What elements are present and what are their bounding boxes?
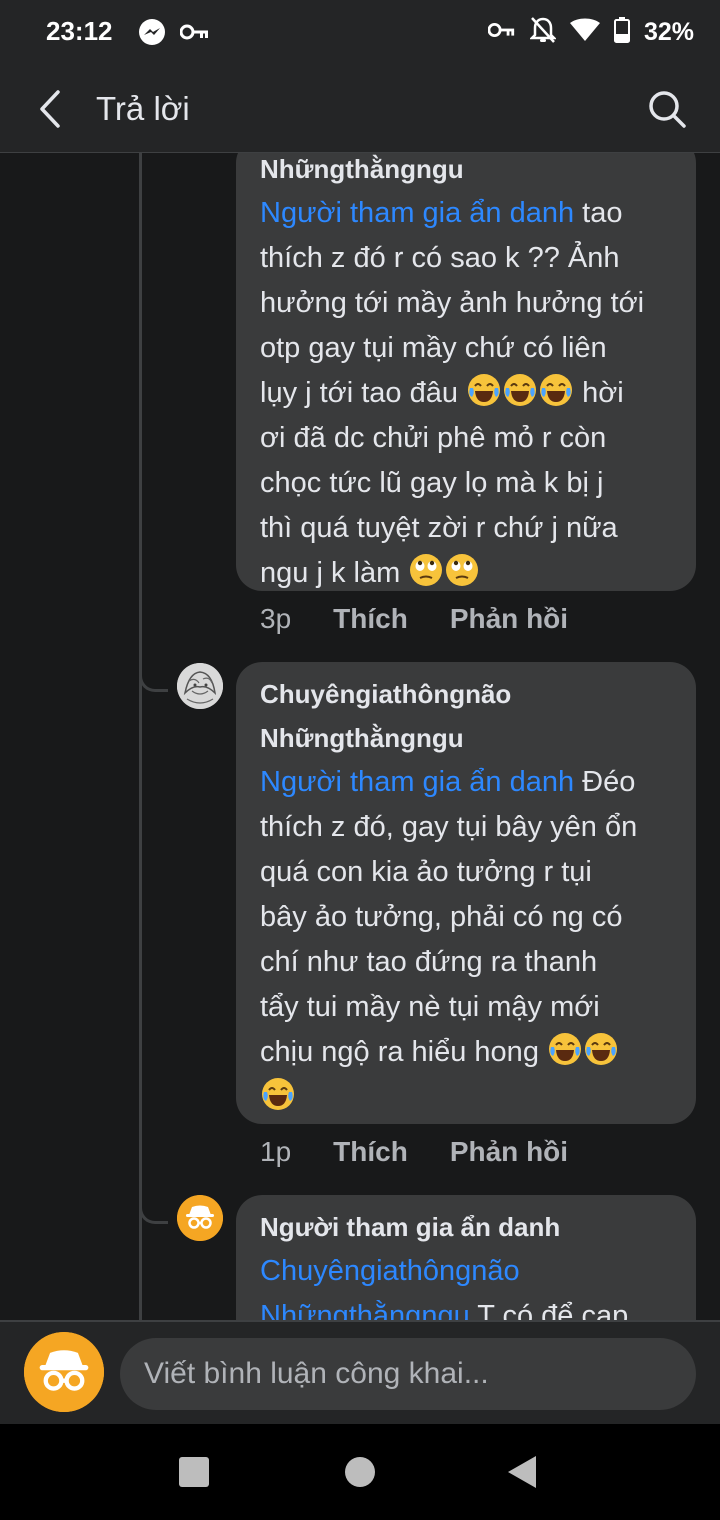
- mention-link[interactable]: Nhữngthằngngu: [260, 1300, 470, 1320]
- key-icon: [179, 22, 210, 47]
- comment-composer: [0, 1320, 720, 1426]
- laughing-emoji-icon: [540, 374, 573, 406]
- comment-input[interactable]: [120, 1338, 696, 1410]
- home-button[interactable]: [342, 1454, 378, 1490]
- laughing-emoji-icon: [468, 374, 501, 406]
- comment-bubble[interactable]: Nhữngthằngngu Người tham gia ẩn danh tao…: [236, 153, 696, 591]
- battery-icon: [613, 17, 630, 48]
- mention-link[interactable]: Người tham gia ẩn danh: [260, 197, 574, 229]
- status-bar: 23:12 32%: [0, 0, 720, 66]
- comment-author[interactable]: Người tham gia ẩn danh: [260, 1205, 672, 1249]
- comment-author[interactable]: Chuyêngiathôngnão: [260, 672, 672, 716]
- thread-connector: [139, 1195, 168, 1224]
- mention-link[interactable]: Người tham gia ẩn danh: [260, 766, 574, 798]
- search-icon: [649, 91, 686, 128]
- circle-icon: [345, 1457, 375, 1487]
- laughing-emoji-icon: [504, 374, 537, 406]
- sketch-avatar-icon: [177, 663, 223, 709]
- comment-actions: 1p Thích Phản hồi: [260, 1136, 568, 1168]
- key-icon: [487, 20, 516, 45]
- comment-thread[interactable]: Nhữngthằngngu Người tham gia ẩn danh tao…: [0, 153, 720, 1320]
- comment-text: Người tham gia ẩn danh tao thích z đó r …: [260, 197, 645, 589]
- recents-button[interactable]: [176, 1454, 212, 1490]
- comment-timestamp: 3p: [260, 603, 292, 634]
- comment-author-line: Nhữngthằngngu: [260, 723, 464, 753]
- comment-author-line: Nhữngthằngngu: [260, 154, 464, 184]
- page-title: Trả lời: [96, 90, 190, 127]
- laughing-emoji-icon: [262, 1078, 294, 1110]
- battery-percent: 32%: [643, 18, 694, 46]
- square-icon: [179, 1457, 209, 1487]
- status-time: 23:12: [46, 16, 113, 46]
- avatar[interactable]: [177, 663, 223, 709]
- my-avatar[interactable]: [24, 1332, 104, 1412]
- like-button[interactable]: Thích: [333, 1136, 408, 1168]
- comment-text: Người tham gia ẩn danh Đéo thích z đó, g…: [260, 760, 672, 1120]
- comment-text: Chuyêngiathôngnão Nhữngthằngngu T có để …: [260, 1249, 672, 1320]
- system-nav-bar: [0, 1424, 720, 1520]
- thread-connector: [139, 663, 168, 692]
- like-button[interactable]: Thích: [333, 603, 408, 635]
- back-button[interactable]: [30, 86, 70, 132]
- back-nav-button[interactable]: [504, 1454, 540, 1490]
- comment-actions: 3p Thích Phản hồi: [260, 603, 568, 635]
- reply-button[interactable]: Phản hồi: [450, 603, 568, 635]
- avatar[interactable]: [177, 1195, 223, 1241]
- laughing-emoji-icon: [585, 1033, 617, 1065]
- messenger-icon: [138, 18, 166, 51]
- comment-timestamp: 1p: [260, 1136, 292, 1167]
- anonymous-avatar-icon: [24, 1332, 104, 1412]
- mention-link[interactable]: Chuyêngiathôngnão: [260, 1255, 520, 1287]
- triangle-back-icon: [508, 1456, 536, 1488]
- eye-roll-emoji-icon: [410, 554, 443, 586]
- eye-roll-emoji-icon: [446, 554, 479, 586]
- search-button[interactable]: [644, 86, 690, 132]
- reply-button[interactable]: Phản hồi: [450, 1136, 568, 1168]
- bell-off-icon: [528, 16, 557, 49]
- laughing-emoji-icon: [549, 1033, 581, 1065]
- thread-line: [139, 153, 142, 1320]
- wifi-icon: [569, 18, 600, 47]
- comment-bubble[interactable]: Người tham gia ẩn danh Chuyêngiathôngnão…: [236, 1195, 696, 1320]
- anonymous-avatar-icon: [177, 1195, 223, 1241]
- app-bar: Trả lời: [0, 66, 720, 154]
- chevron-left-icon: [40, 90, 60, 128]
- comment-bubble[interactable]: Chuyêngiathôngnão Nhữngthằngngu Người th…: [236, 662, 696, 1124]
